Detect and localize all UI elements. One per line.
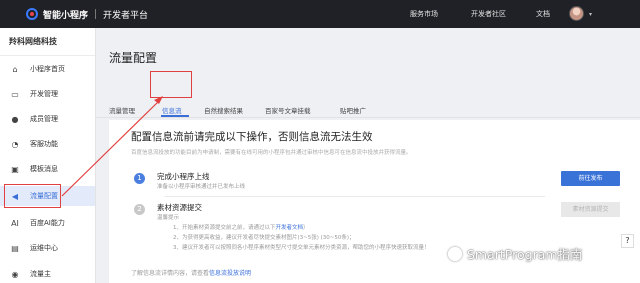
sidebar-item-label: 百度AI能力 bbox=[30, 219, 65, 227]
footer-hint: 了解信息流详情内容，请查看信息流投放说明 bbox=[131, 270, 252, 277]
sidebar-item-label: 运维中心 bbox=[30, 244, 58, 252]
tab-bar: 流量管理 信息流 自然搜索结果 百家号文章挂载 贴吧推广 bbox=[96, 96, 640, 118]
divider bbox=[165, 196, 545, 197]
sidebar: 羚科网络科技 ⌂ 小程序首页 ▭ 开发管理 ● 成员管理 ◔ 客服功能 ▣ 模板… bbox=[0, 28, 96, 283]
code-icon: ▭ bbox=[11, 89, 19, 99]
highlight-box-feed-tab bbox=[150, 71, 192, 98]
sidebar-item-ops[interactable]: ▤ 运维中心 bbox=[0, 238, 95, 258]
feed-guide-link[interactable]: 信息流投放说明 bbox=[209, 270, 251, 277]
sidebar-item-customer-service[interactable]: ◔ 客服功能 bbox=[0, 134, 95, 154]
ai-icon: AI bbox=[11, 218, 19, 228]
avatar[interactable] bbox=[569, 6, 584, 21]
dev-docs-link[interactable]: 开发者文档 bbox=[276, 225, 304, 231]
nav-service-market[interactable]: 服务市场 bbox=[410, 9, 438, 19]
step-title: 完成小程序上线 bbox=[157, 172, 210, 181]
sidebar-item-templates[interactable]: ▣ 模板消息 bbox=[0, 159, 95, 179]
user-icon: ● bbox=[11, 114, 19, 124]
card-title: 配置信息流前请完成以下操作，否则信息流无法生效 bbox=[131, 131, 373, 143]
wechat-icon bbox=[448, 246, 462, 261]
sidebar-item-dev[interactable]: ▭ 开发管理 bbox=[0, 84, 95, 104]
tab-natural-search[interactable]: 自然搜索结果 bbox=[204, 105, 243, 115]
monitor-icon: ▤ bbox=[11, 243, 19, 253]
nav-docs[interactable]: 文档 bbox=[536, 9, 550, 19]
headset-icon: ◔ bbox=[11, 139, 19, 149]
tab-tieba[interactable]: 贴吧推广 bbox=[340, 105, 366, 115]
sidebar-item-members[interactable]: ● 成员管理 bbox=[0, 109, 95, 129]
sidebar-item-ai[interactable]: AI 百度AI能力 bbox=[0, 213, 95, 233]
logo[interactable]: 智能小程序 开发者平台 bbox=[26, 8, 148, 21]
sidebar-item-label: 开发管理 bbox=[30, 90, 58, 98]
company-name: 羚科网络科技 bbox=[0, 28, 95, 56]
step-number: 2 bbox=[134, 204, 145, 215]
top-bar: 智能小程序 开发者平台 服务市场 开发者社区 文档 ▾ bbox=[0, 0, 640, 28]
sidebar-item-label: 成员管理 bbox=[30, 115, 58, 123]
sidebar-item-traffic-owner[interactable]: ◉ 流量主 bbox=[0, 264, 95, 283]
logo-text: 智能小程序 bbox=[43, 10, 89, 21]
sidebar-item-home[interactable]: ⌂ 小程序首页 bbox=[0, 59, 95, 79]
tab-baijiahao[interactable]: 百家号文章挂载 bbox=[265, 105, 311, 115]
card-description: 百度信息流投放的功能目前为申请制，需要有在线可用的小程序包并通过审核中信息可在信… bbox=[131, 150, 412, 156]
step-subtitle: 温馨提示 bbox=[157, 215, 180, 221]
nav-dev-community[interactable]: 开发者社区 bbox=[471, 9, 506, 19]
home-icon: ⌂ bbox=[12, 64, 18, 74]
chevron-down-icon[interactable]: ▾ bbox=[589, 11, 592, 18]
sidebar-item-label: 流量主 bbox=[30, 270, 51, 278]
highlight-box-traffic-config bbox=[4, 184, 61, 208]
watermark-text: SmartProgram指南 bbox=[467, 247, 583, 262]
note-line: 2、为获得更高收益，建议开发者尽快提交素材图片(3~5张) (30~50条)； bbox=[173, 235, 355, 241]
step-subtitle: 准备以小程序审核通过并已发布上线 bbox=[157, 184, 246, 190]
page-title: 流量配置 bbox=[109, 51, 158, 65]
active-tab-indicator bbox=[161, 115, 189, 117]
publish-button[interactable]: 前往发布 bbox=[561, 171, 620, 186]
tab-feed[interactable]: 信息流 bbox=[162, 105, 182, 115]
tab-traffic-management[interactable]: 流量管理 bbox=[109, 105, 135, 115]
coin-icon: ◉ bbox=[11, 269, 19, 279]
help-float-button[interactable]: ? bbox=[621, 234, 634, 248]
message-icon: ▣ bbox=[11, 164, 19, 174]
step-title: 素材资源提交 bbox=[157, 203, 202, 212]
sidebar-item-label: 小程序首页 bbox=[30, 65, 65, 73]
watermark: SmartProgram指南 bbox=[448, 244, 583, 263]
logo-icon bbox=[26, 8, 38, 20]
note-line: 3、建议开发者可以按照同各小程序素材类型尺寸提交单元素材分类资源，帮助您的小程序… bbox=[173, 245, 430, 251]
submit-material-button[interactable]: 素材资源提交 bbox=[561, 202, 620, 217]
sidebar-item-label: 模板消息 bbox=[30, 165, 58, 173]
sidebar-item-label: 客服功能 bbox=[30, 140, 58, 148]
platform-name: 开发者平台 bbox=[103, 10, 149, 21]
logo-divider bbox=[95, 9, 97, 19]
step-number: 1 bbox=[134, 173, 145, 184]
note-line: 1、开始素材资源提交前之前，请通过以下开发者文档） bbox=[173, 225, 309, 231]
